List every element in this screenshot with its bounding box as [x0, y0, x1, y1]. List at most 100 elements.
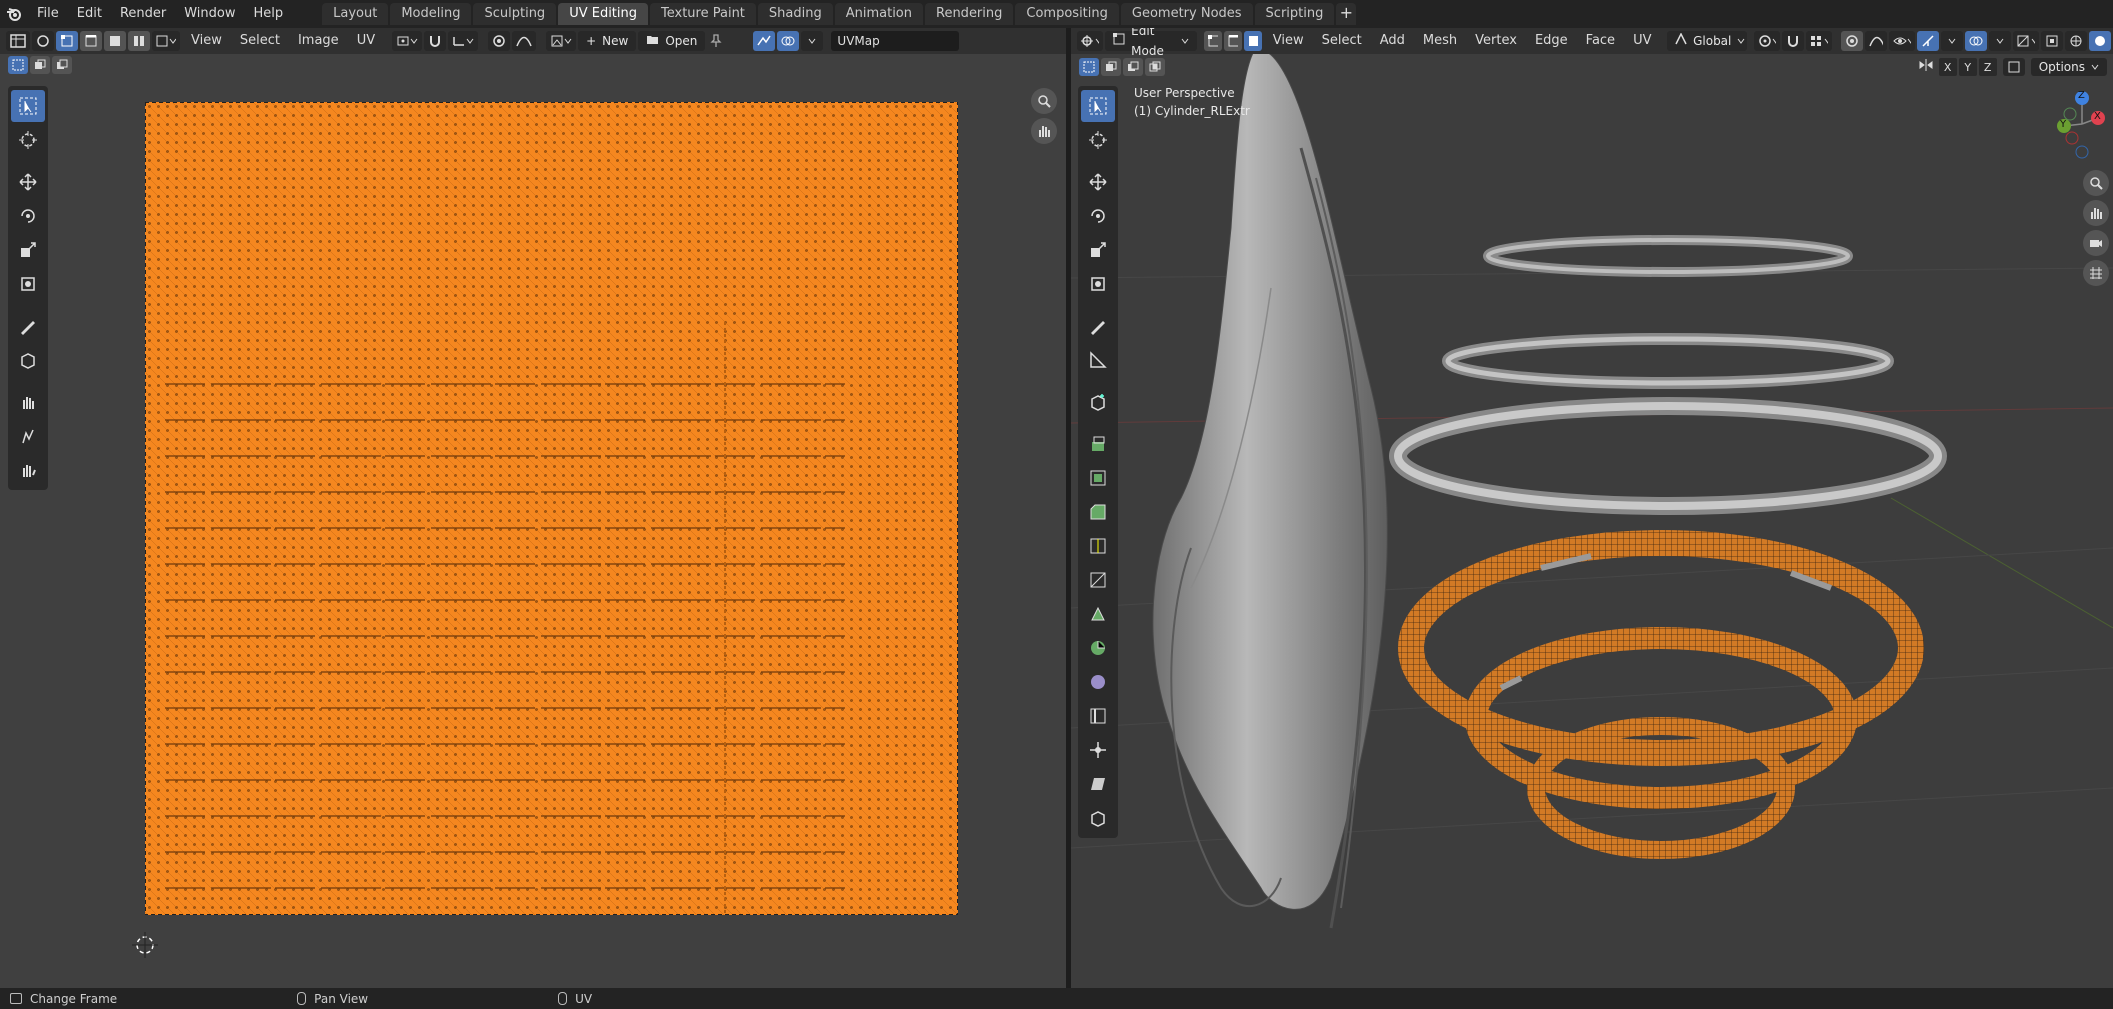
add-cube-tool-icon[interactable] — [1081, 386, 1115, 418]
uv-menu-image[interactable]: Image — [289, 28, 348, 54]
vp-move-tool-icon[interactable] — [1081, 166, 1115, 198]
vp-pan-hand-icon[interactable] — [2083, 200, 2109, 226]
pin-icon[interactable] — [705, 31, 727, 51]
vp-menu-mesh[interactable]: Mesh — [1414, 28, 1466, 54]
rotate-tool-icon[interactable] — [11, 200, 45, 232]
vp-scale-tool-icon[interactable] — [1081, 234, 1115, 266]
xray-icon[interactable] — [2041, 31, 2063, 51]
tab-texture-paint[interactable]: Texture Paint — [650, 3, 756, 25]
annotate-tool-icon[interactable] — [11, 310, 45, 342]
blender-logo-icon[interactable] — [0, 0, 28, 28]
mirror-z-button[interactable]: Z — [1978, 58, 1997, 76]
select-new-icon[interactable] — [8, 56, 28, 74]
tab-sculpting[interactable]: Sculpting — [473, 3, 557, 25]
vp-menu-vertex[interactable]: Vertex — [1466, 28, 1526, 54]
mode-dropdown[interactable]: Edit Mode — [1105, 28, 1198, 58]
edge-slide-tool-icon[interactable] — [1081, 700, 1115, 732]
options-dropdown[interactable]: Options — [2030, 58, 2107, 76]
select-box-tool-icon[interactable] — [11, 90, 45, 122]
tab-compositing[interactable]: Compositing — [1015, 3, 1119, 25]
mesh-edit-overlay-icon[interactable] — [2012, 31, 2039, 51]
menu-help[interactable]: Help — [245, 0, 293, 28]
gizmo-dropdown-icon[interactable] — [1940, 31, 1963, 51]
vp-menu-edge[interactable]: Edge — [1526, 28, 1577, 54]
image-browse-icon[interactable] — [546, 31, 577, 51]
snap-target-icon[interactable] — [448, 31, 479, 51]
pinch-tool-icon[interactable] — [11, 454, 45, 486]
overlays-dropdown-icon[interactable] — [801, 31, 824, 51]
viewport-editor-type-icon[interactable] — [1077, 31, 1104, 51]
extrude-tool-icon[interactable] — [1081, 428, 1115, 460]
shrink-fatten-tool-icon[interactable] — [1081, 734, 1115, 766]
tab-scripting[interactable]: Scripting — [1254, 3, 1335, 25]
tab-shading[interactable]: Shading — [757, 3, 833, 25]
vp-transform-tool-icon[interactable] — [1081, 268, 1115, 300]
mirror-y-button[interactable]: Y — [1958, 58, 1977, 76]
face-select-icon[interactable] — [104, 31, 126, 51]
move-tool-icon[interactable] — [11, 166, 45, 198]
vp-cursor-tool-icon[interactable] — [1081, 124, 1115, 156]
orientation-dropdown[interactable]: Global — [1667, 31, 1748, 51]
uv-menu-view[interactable]: View — [182, 28, 231, 54]
vp-overlays-dropdown-icon[interactable] — [1988, 31, 2011, 51]
measure-tool-icon[interactable] — [1081, 344, 1115, 376]
sticky-select-icon[interactable] — [152, 31, 180, 51]
tab-uv-editing[interactable]: UV Editing — [558, 3, 649, 25]
vp-vertex-select-icon[interactable] — [1203, 31, 1222, 51]
rip-tool-icon[interactable] — [11, 344, 45, 376]
vp-select-box-tool-icon[interactable] — [1081, 90, 1115, 122]
edge-select-icon[interactable] — [80, 31, 102, 51]
menu-file[interactable]: File — [28, 0, 68, 28]
shear-tool-icon[interactable] — [1081, 768, 1115, 800]
visibility-icon[interactable] — [1888, 31, 1915, 51]
scale-tool-icon[interactable] — [11, 234, 45, 266]
pivot-icon[interactable] — [392, 31, 423, 51]
knife-tool-icon[interactable] — [1081, 564, 1115, 596]
proportional-edit-icon[interactable] — [488, 31, 511, 51]
sync-selection-icon[interactable] — [32, 31, 54, 51]
vp-annotate-tool-icon[interactable] — [1081, 310, 1115, 342]
open-image-button[interactable]: Open — [638, 31, 706, 51]
vp-falloff-icon[interactable] — [1864, 31, 1887, 51]
vp-menu-uv[interactable]: UV — [1624, 28, 1660, 54]
snap-icon[interactable] — [424, 31, 447, 51]
vp-menu-view[interactable]: View — [1264, 28, 1313, 54]
grab-tool-icon[interactable] — [11, 386, 45, 418]
island-select-icon[interactable] — [128, 31, 150, 51]
tab-modeling[interactable]: Modeling — [390, 3, 472, 25]
tab-animation[interactable]: Animation — [834, 3, 923, 25]
inset-tool-icon[interactable] — [1081, 462, 1115, 494]
menu-render[interactable]: Render — [111, 0, 175, 28]
viewport-scene[interactable] — [1071, 28, 2113, 988]
vp-select-extend-icon[interactable] — [1101, 58, 1121, 76]
tab-geometry-nodes[interactable]: Geometry Nodes — [1120, 3, 1253, 25]
uv-mesh-canvas[interactable] — [145, 102, 958, 915]
vp-select-subtract-icon[interactable] — [1123, 58, 1143, 76]
spin-tool-icon[interactable] — [1081, 632, 1115, 664]
2d-cursor-icon[interactable] — [132, 932, 158, 958]
new-image-button[interactable]: + New — [578, 31, 637, 51]
camera-view-icon[interactable] — [2083, 230, 2109, 256]
relax-tool-icon[interactable] — [11, 420, 45, 452]
add-workspace-button[interactable]: + — [1336, 3, 1357, 25]
mirror-x-button[interactable]: X — [1938, 58, 1957, 76]
vp-overlays-icon[interactable] — [1964, 31, 1987, 51]
vp-menu-add[interactable]: Add — [1371, 28, 1414, 54]
falloff-icon[interactable] — [512, 31, 537, 51]
vp-zoom-icon[interactable] — [2083, 170, 2109, 196]
vp-menu-select[interactable]: Select — [1313, 28, 1371, 54]
tab-layout[interactable]: Layout — [322, 3, 389, 25]
vertex-select-icon[interactable] — [56, 31, 78, 51]
select-extend-icon[interactable] — [30, 56, 50, 74]
vp-edge-select-icon[interactable] — [1223, 31, 1242, 51]
pan-hand-icon[interactable] — [1031, 118, 1057, 144]
menu-edit[interactable]: Edit — [68, 0, 111, 28]
zoom-icon[interactable] — [1031, 88, 1057, 114]
loop-cut-tool-icon[interactable] — [1081, 530, 1115, 562]
gizmo-toggle-icon[interactable] — [1916, 31, 1939, 51]
vp-rotate-tool-icon[interactable] — [1081, 200, 1115, 232]
shading-solid-icon[interactable] — [2089, 31, 2111, 51]
transform-tool-icon[interactable] — [11, 268, 45, 300]
cursor-tool-icon[interactable] — [11, 124, 45, 156]
overlays-icon[interactable] — [777, 31, 800, 51]
